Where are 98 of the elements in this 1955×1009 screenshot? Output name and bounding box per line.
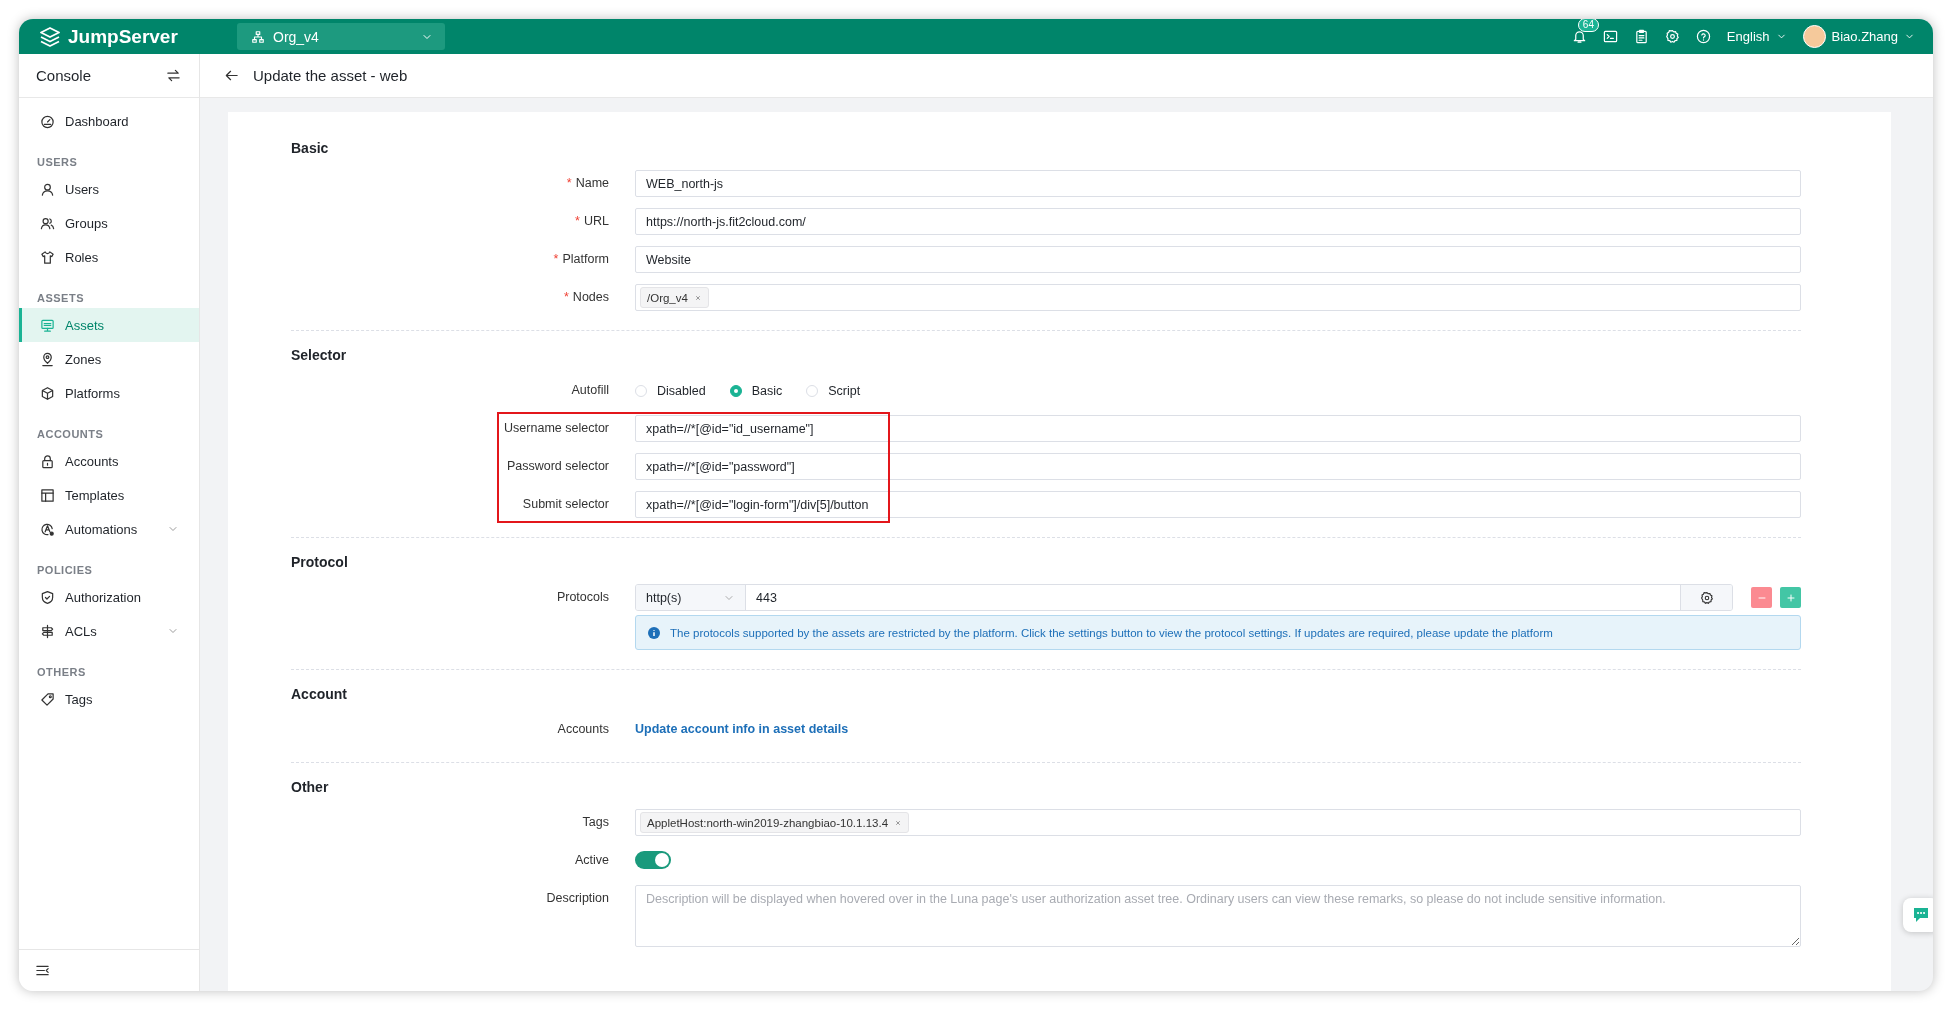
nav-item[interactable]: Authorization xyxy=(19,580,199,614)
language-select[interactable]: English xyxy=(1726,29,1787,44)
nav-item[interactable]: Tags xyxy=(19,682,199,716)
nav-item[interactable]: Groups xyxy=(19,206,199,240)
user-menu[interactable]: Biao.Zhang xyxy=(1802,25,1915,48)
section-title: Other xyxy=(291,778,330,797)
location-pin-icon xyxy=(40,351,55,367)
nav-item[interactable]: Zones xyxy=(19,342,199,376)
info-icon xyxy=(648,626,660,639)
text-field[interactable]: xpath=//*[@id="password"] xyxy=(635,453,1801,480)
text-field[interactable]: Website xyxy=(635,246,1801,273)
section-title: Selector xyxy=(291,346,348,365)
tag-label: AppletHost:north-win2019-zhangbiao-10.1.13.4 xyxy=(647,816,889,829)
app-logo-text: JumpServer xyxy=(68,25,178,48)
description-field[interactable]: Description will be displayed when hovered over in the Luna page's user authorization asset tree. Ordinary users can view these remarks, so please do not include sensitive information. xyxy=(635,885,1801,947)
field-label: Submit selector xyxy=(521,496,609,513)
nav-item[interactable]: Assets xyxy=(19,308,199,342)
close-icon xyxy=(693,293,702,302)
collapse-menu-icon xyxy=(35,963,50,978)
collapse-sidebar-button[interactable] xyxy=(35,963,50,978)
avatar-icon xyxy=(1802,25,1826,48)
info-text: The protocols supported by the assets are restricted by the platform. Click the settings button to view the protocol settings. If updates are required, please update the platform xyxy=(670,626,1553,639)
field-label: * Platform xyxy=(552,251,609,268)
nav-section-heading: USERS xyxy=(37,156,78,168)
logo-icon xyxy=(39,26,61,47)
radio-button[interactable] xyxy=(729,384,742,397)
field-label: Tags xyxy=(581,814,609,831)
field-label: Password selector xyxy=(505,458,609,475)
lock-icon xyxy=(40,453,55,469)
toggle-switch[interactable] xyxy=(635,851,671,869)
back-button[interactable] xyxy=(224,68,239,83)
tag-label: /Org_v4 xyxy=(647,291,688,304)
field-label: * Name xyxy=(565,175,609,192)
radio-option[interactable]: Script xyxy=(806,383,861,398)
bell-icon xyxy=(1571,29,1587,44)
tag-field[interactable]: AppletHost:north-win2019-zhangbiao-10.1.13.4 xyxy=(635,809,1801,836)
nav-item[interactable]: ACLs xyxy=(19,614,199,648)
text-field[interactable]: xpath=//*[@id="login-form"]/div[5]/button xyxy=(635,491,1801,518)
shield-icon xyxy=(40,589,55,605)
settings-icon xyxy=(1664,29,1680,44)
back-arrow-icon xyxy=(224,68,239,83)
page-title: Update the asset - web xyxy=(253,67,408,84)
signpost-icon xyxy=(40,623,55,639)
text-field[interactable]: WEB_north-js xyxy=(635,170,1801,197)
field-label: Accounts xyxy=(556,721,609,738)
protocol-field[interactable]: http(s) 443 xyxy=(635,584,1733,611)
field-label: Username selector xyxy=(503,420,609,437)
field-label: Autofill xyxy=(570,382,609,399)
field-label: Active xyxy=(573,852,609,869)
account-link[interactable]: Update account info in asset details xyxy=(635,722,849,736)
shirt-icon xyxy=(40,249,55,265)
field-label: * Nodes xyxy=(563,289,609,306)
settings-button[interactable] xyxy=(1680,585,1732,610)
help-icon xyxy=(1695,29,1711,44)
notification-count: 64 xyxy=(1577,19,1599,32)
hierarchy-icon xyxy=(251,29,265,44)
automation-icon xyxy=(40,521,55,537)
protocol-select[interactable]: http(s) xyxy=(636,585,746,610)
nav-item[interactable]: Dashboard xyxy=(19,104,199,138)
chat-button[interactable] xyxy=(1903,898,1933,932)
notifications-button[interactable] xyxy=(1571,29,1587,44)
nav-section-heading: ASSETS xyxy=(37,292,84,304)
radio-option[interactable]: Basic xyxy=(729,383,783,398)
gauge-icon xyxy=(40,113,55,129)
cube-icon xyxy=(40,385,55,401)
tag-icon xyxy=(40,691,55,707)
field-label: Protocols xyxy=(555,589,609,606)
section-title: Account xyxy=(291,685,348,704)
field-label: * URL xyxy=(574,213,609,230)
sidebar-title: Console xyxy=(36,67,92,84)
text-field[interactable]: https://north-js.fit2cloud.com/ xyxy=(635,208,1801,235)
monitor-icon xyxy=(40,317,55,333)
chat-bubble-icon xyxy=(1911,905,1931,925)
settings-icon xyxy=(1699,590,1714,605)
switch-view-button[interactable] xyxy=(166,68,181,83)
nav-item[interactable]: Accounts xyxy=(19,444,199,478)
radio-option[interactable]: Disabled xyxy=(635,383,706,398)
text-field[interactable]: xpath=//*[@id="id_username"] xyxy=(635,415,1801,442)
nav-item[interactable]: Platforms xyxy=(19,376,199,410)
field-label: Description xyxy=(545,890,609,907)
user-icon xyxy=(40,181,55,197)
terminal-icon xyxy=(1602,29,1618,44)
nav-section-heading: POLICIES xyxy=(37,564,93,576)
layout-icon xyxy=(40,487,55,503)
section-title: Basic xyxy=(291,139,330,158)
users-icon xyxy=(40,215,55,231)
clipboard-icon xyxy=(1633,29,1649,44)
nav-section-heading: OTHERS xyxy=(37,666,86,678)
section-title: Protocol xyxy=(291,553,349,572)
close-icon xyxy=(894,818,903,827)
organization-select[interactable]: Org_v4 xyxy=(237,23,445,50)
swap-arrows-icon xyxy=(166,68,181,83)
nav-item[interactable]: Users xyxy=(19,172,199,206)
tag-field[interactable]: /Org_v4 xyxy=(635,284,1801,311)
nav-section-heading: ACCOUNTS xyxy=(37,428,104,440)
nav-item[interactable]: Roles xyxy=(19,240,199,274)
nav-item[interactable]: Automations xyxy=(19,512,199,546)
nav-item[interactable]: Templates xyxy=(19,478,199,512)
